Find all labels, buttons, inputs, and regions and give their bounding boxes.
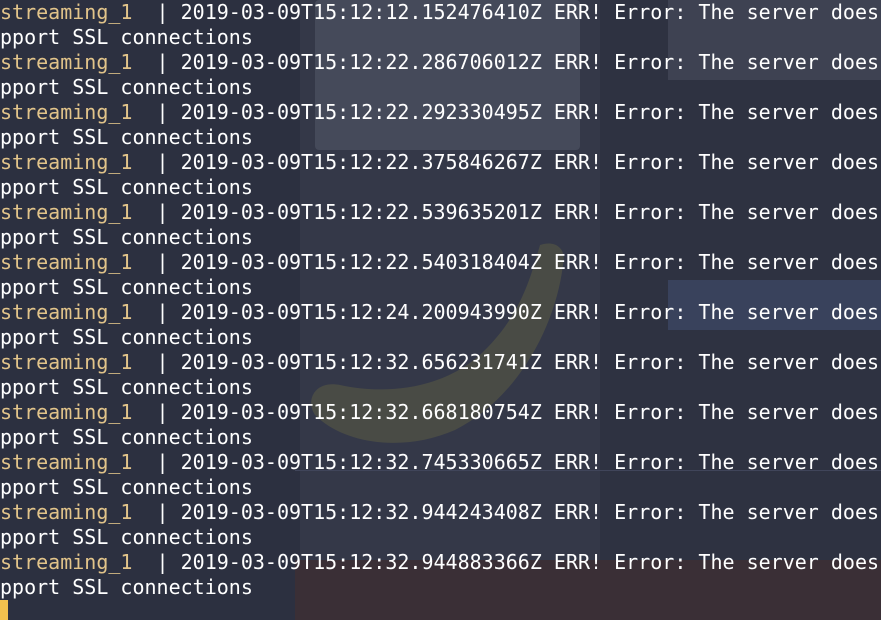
service-name: streaming_1: [0, 300, 133, 324]
service-name: streaming_1: [0, 250, 133, 274]
log-timestamp: 2019-03-09T15:12:24.200943990Z: [180, 300, 542, 324]
service-name: streaming_1: [0, 400, 133, 424]
log-message-wrap: pport SSL connections: [0, 25, 253, 49]
log-message-wrap: pport SSL connections: [0, 225, 253, 249]
service-name: streaming_1: [0, 450, 133, 474]
log-line: streaming_1 | 2019-03-09T15:12:32.656231…: [0, 350, 881, 400]
log-message: ERR! Error: The server does not su: [553, 50, 880, 74]
log-separator: |: [156, 50, 169, 74]
log-row-primary: streaming_1 | 2019-03-09T15:12:22.292330…: [0, 100, 881, 125]
service-name: streaming_1: [0, 50, 133, 74]
log-message: ERR! Error: The server does not su: [553, 500, 880, 524]
log-message: ERR! Error: The server does not su: [553, 450, 880, 474]
log-row-primary: streaming_1 | 2019-03-09T15:12:32.944243…: [0, 500, 881, 525]
log-separator: |: [156, 0, 169, 24]
log-message: ERR! Error: The server does not su: [553, 300, 880, 324]
terminal-output[interactable]: streaming_1 | 2019-03-09T15:12:12.152476…: [0, 0, 881, 620]
log-timestamp: 2019-03-09T15:12:12.152476410Z: [180, 0, 542, 24]
log-timestamp: 2019-03-09T15:12:32.745330665Z: [180, 450, 542, 474]
log-message: ERR! Error: The server does not su: [553, 100, 880, 124]
service-name: streaming_1: [0, 100, 133, 124]
log-row-primary: streaming_1 | 2019-03-09T15:12:32.745330…: [0, 450, 881, 475]
log-message-wrap: pport SSL connections: [0, 525, 253, 549]
log-timestamp: 2019-03-09T15:12:22.375846267Z: [180, 150, 542, 174]
log-message: ERR! Error: The server does not su: [553, 250, 880, 274]
log-timestamp: 2019-03-09T15:12:22.292330495Z: [180, 100, 542, 124]
log-separator: |: [156, 350, 169, 374]
log-row-primary: streaming_1 | 2019-03-09T15:12:22.539635…: [0, 200, 881, 225]
log-message: ERR! Error: The server does not su: [553, 150, 880, 174]
log-separator: |: [156, 550, 169, 574]
log-row-primary: streaming_1 | 2019-03-09T15:12:32.944883…: [0, 550, 881, 575]
log-separator: |: [156, 150, 169, 174]
service-name: streaming_1: [0, 0, 133, 24]
log-message-wrap: pport SSL connections: [0, 125, 253, 149]
log-message: ERR! Error: The server does not su: [553, 0, 880, 24]
log-message-wrap: pport SSL connections: [0, 475, 253, 499]
log-separator: |: [156, 300, 169, 324]
log-timestamp: 2019-03-09T15:12:32.656231741Z: [180, 350, 542, 374]
log-timestamp: 2019-03-09T15:12:22.286706012Z: [180, 50, 542, 74]
service-name: streaming_1: [0, 550, 133, 574]
log-separator: |: [156, 250, 169, 274]
log-message-wrap: pport SSL connections: [0, 425, 253, 449]
log-row-primary: streaming_1 | 2019-03-09T15:12:22.540318…: [0, 250, 881, 275]
service-name: streaming_1: [0, 500, 133, 524]
log-line: streaming_1 | 2019-03-09T15:12:12.152476…: [0, 0, 881, 50]
service-name: streaming_1: [0, 350, 133, 374]
log-line: streaming_1 | 2019-03-09T15:12:32.668180…: [0, 400, 881, 450]
log-separator: |: [156, 400, 169, 424]
log-line: streaming_1 | 2019-03-09T15:12:22.540318…: [0, 250, 881, 300]
log-message-wrap: pport SSL connections: [0, 175, 253, 199]
log-line: streaming_1 | 2019-03-09T15:12:22.539635…: [0, 200, 881, 250]
terminal-cursor: [0, 600, 8, 620]
log-timestamp: 2019-03-09T15:12:32.944883366Z: [180, 550, 542, 574]
log-line: streaming_1 | 2019-03-09T15:12:24.200943…: [0, 300, 881, 350]
log-message: ERR! Error: The server does not su: [553, 200, 880, 224]
log-line: streaming_1 | 2019-03-09T15:12:22.292330…: [0, 100, 881, 150]
log-timestamp: 2019-03-09T15:12:32.944243408Z: [180, 500, 542, 524]
log-message: ERR! Error: The server does not su: [553, 350, 880, 374]
log-message-wrap: pport SSL connections: [0, 275, 253, 299]
log-separator: |: [156, 450, 169, 474]
log-message-wrap: pport SSL connections: [0, 325, 253, 349]
log-message: ERR! Error: The server does not su: [553, 550, 880, 574]
log-line: streaming_1 | 2019-03-09T15:12:32.944243…: [0, 500, 881, 550]
log-row-primary: streaming_1 | 2019-03-09T15:12:32.668180…: [0, 400, 881, 425]
log-row-primary: streaming_1 | 2019-03-09T15:12:22.375846…: [0, 150, 881, 175]
log-row-primary: streaming_1 | 2019-03-09T15:12:32.656231…: [0, 350, 881, 375]
log-message-wrap: pport SSL connections: [0, 75, 253, 99]
log-separator: |: [156, 500, 169, 524]
log-line: streaming_1 | 2019-03-09T15:12:32.745330…: [0, 450, 881, 500]
log-line: streaming_1 | 2019-03-09T15:12:32.944883…: [0, 550, 881, 600]
log-line: streaming_1 | 2019-03-09T15:12:22.375846…: [0, 150, 881, 200]
log-timestamp: 2019-03-09T15:12:32.668180754Z: [180, 400, 542, 424]
log-timestamp: 2019-03-09T15:12:22.540318404Z: [180, 250, 542, 274]
log-row-primary: streaming_1 | 2019-03-09T15:12:12.152476…: [0, 0, 881, 25]
log-message: ERR! Error: The server does not su: [553, 400, 880, 424]
log-row-primary: streaming_1 | 2019-03-09T15:12:22.286706…: [0, 50, 881, 75]
log-separator: |: [156, 200, 169, 224]
log-message-wrap: pport SSL connections: [0, 575, 253, 599]
service-name: streaming_1: [0, 200, 133, 224]
service-name: streaming_1: [0, 150, 133, 174]
log-message-wrap: pport SSL connections: [0, 375, 253, 399]
log-row-primary: streaming_1 | 2019-03-09T15:12:24.200943…: [0, 300, 881, 325]
log-line: streaming_1 | 2019-03-09T15:12:22.286706…: [0, 50, 881, 100]
log-timestamp: 2019-03-09T15:12:22.539635201Z: [180, 200, 542, 224]
log-separator: |: [156, 100, 169, 124]
